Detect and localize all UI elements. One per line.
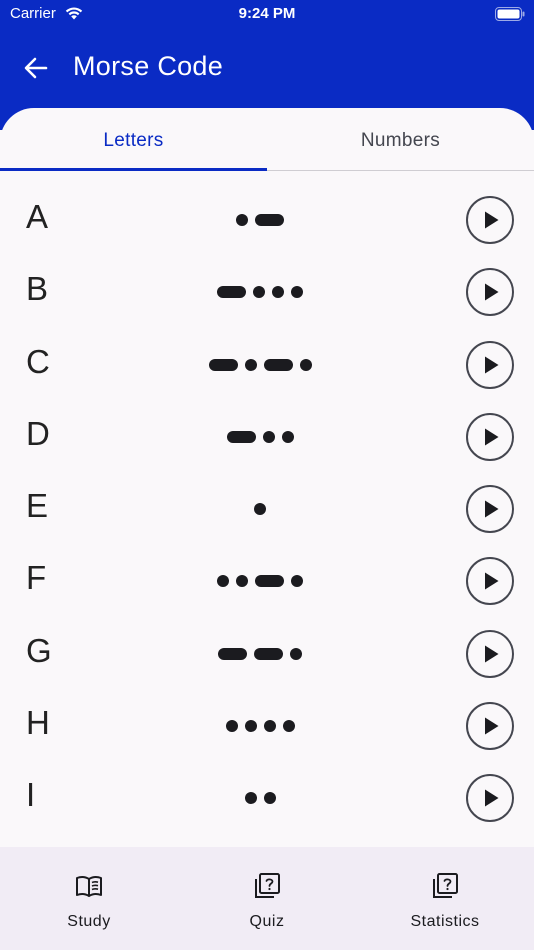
morse-dot (244, 358, 257, 371)
morse-dot (299, 358, 312, 371)
letter-label: E (26, 487, 49, 525)
morse-code-symbols (160, 762, 360, 834)
morse-dot (244, 720, 257, 733)
play-button[interactable] (466, 485, 514, 534)
list-item: G (0, 618, 534, 690)
letter-label: G (26, 631, 52, 669)
morse-dot (291, 575, 303, 588)
play-icon (485, 500, 499, 518)
morse-dot (282, 720, 295, 733)
morse-dot (263, 720, 276, 733)
letter-label: I (26, 776, 36, 814)
morse-dot (244, 792, 257, 805)
arrow-left-icon[interactable] (22, 54, 50, 82)
play-icon (485, 645, 499, 663)
morse-dot (254, 503, 266, 516)
tab-numbers[interactable]: Numbers (267, 108, 534, 170)
morse-dot (217, 575, 229, 588)
morse-code-symbols (160, 401, 360, 473)
quiz-cards-icon (433, 873, 458, 898)
tab-letters-label: Letters (103, 130, 164, 151)
morse-code-symbols (160, 473, 360, 545)
play-icon (485, 428, 499, 446)
morse-dot (281, 430, 294, 443)
page-title: Morse Code (73, 51, 224, 81)
morse-code-symbols (160, 184, 360, 256)
morse-code-symbols (160, 545, 360, 617)
play-icon (485, 789, 499, 807)
play-button[interactable] (466, 774, 514, 823)
app-bar: Morse Code (0, 38, 534, 98)
morse-dash (263, 358, 293, 371)
play-icon (485, 283, 499, 301)
status-bar: Carrier 9:24 PM (0, 0, 534, 28)
morse-letter-list: A B C D E F G H I (0, 184, 534, 835)
morse-dot (290, 647, 302, 660)
morse-dash (217, 286, 246, 299)
tab-numbers-label: Numbers (360, 130, 441, 151)
letter-label: F (26, 559, 47, 597)
tab-selected-indicator (0, 168, 267, 171)
play-button[interactable] (466, 629, 514, 678)
play-button[interactable] (466, 268, 514, 317)
list-item: F (0, 545, 534, 617)
nav-item-statistics[interactable]: Statistics (356, 847, 534, 950)
nav-label-statistics: Statistics (410, 913, 480, 930)
nav-item-study[interactable]: Study (0, 847, 178, 950)
morse-code-symbols (160, 329, 360, 401)
play-icon (485, 717, 499, 735)
letter-label: A (26, 198, 49, 235)
morse-dash (255, 214, 284, 226)
morse-dot (225, 720, 238, 733)
morse-code-symbols (160, 690, 360, 762)
play-button[interactable] (466, 340, 514, 389)
morse-dash (255, 575, 284, 588)
list-item: A (0, 184, 534, 256)
play-button[interactable] (466, 196, 514, 244)
play-icon (485, 572, 499, 590)
battery-icon (495, 7, 525, 21)
nav-label-study: Study (67, 913, 111, 930)
play-icon (485, 211, 499, 229)
morse-dash (254, 647, 283, 660)
status-time: 9:24 PM (238, 5, 296, 22)
list-item: E (0, 473, 534, 545)
morse-dot (236, 214, 248, 226)
morse-dot (262, 430, 275, 443)
list-item: C (0, 329, 534, 401)
morse-dot (291, 286, 303, 299)
tab-letters[interactable]: Letters (0, 108, 267, 170)
morse-dash (218, 647, 247, 660)
list-item: B (0, 256, 534, 328)
letter-label: C (26, 342, 50, 380)
quiz-cards-icon (255, 873, 280, 898)
morse-code-symbols (160, 618, 360, 690)
morse-dash (208, 358, 238, 371)
morse-dot (236, 575, 248, 588)
morse-dot (272, 286, 284, 299)
play-button[interactable] (466, 557, 514, 606)
play-icon (485, 356, 499, 374)
list-item: H (0, 690, 534, 762)
morse-dash (226, 430, 256, 443)
morse-dot (263, 792, 276, 805)
morse-code-symbols (160, 256, 360, 328)
nav-item-quiz[interactable]: Quiz (178, 847, 356, 950)
letter-label: B (26, 270, 49, 308)
play-button[interactable] (466, 412, 514, 461)
bottom-navigation: Study Quiz Statistics (0, 847, 534, 950)
open-book-icon (76, 875, 102, 897)
letter-label: H (26, 704, 50, 742)
list-item: I (0, 762, 534, 834)
list-item: D (0, 401, 534, 473)
letter-label: D (26, 414, 50, 452)
play-button[interactable] (466, 702, 514, 751)
morse-dot (253, 286, 265, 299)
tab-bar: Letters Numbers (0, 108, 534, 171)
nav-label-quiz: Quiz (249, 913, 285, 930)
